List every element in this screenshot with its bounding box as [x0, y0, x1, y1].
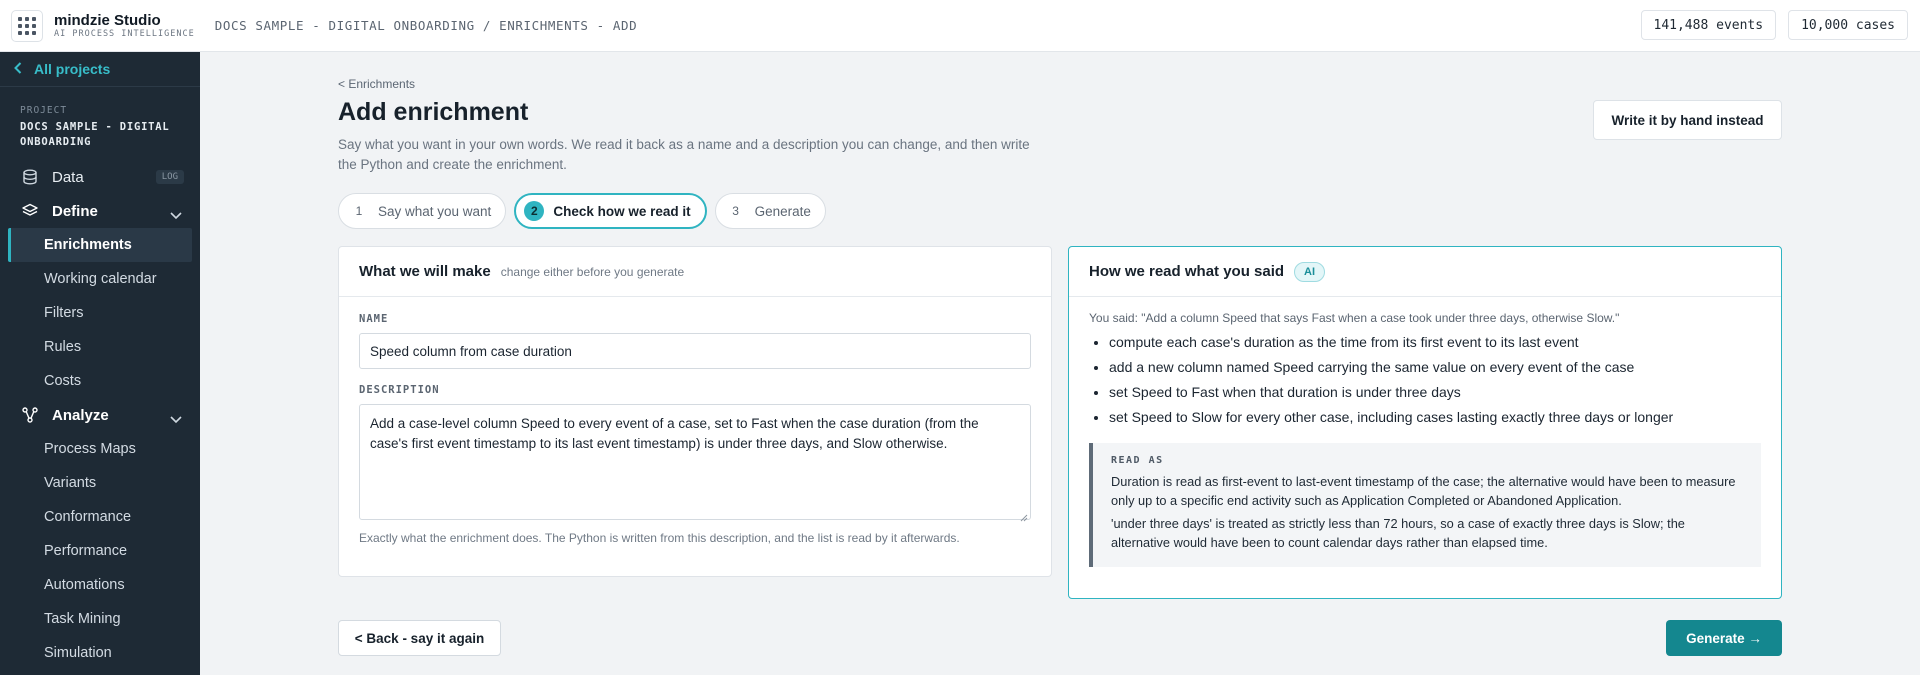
sidebar-section-define[interactable]: Define — [0, 194, 200, 228]
all-projects-link[interactable]: All projects — [0, 52, 200, 87]
chevron-down-icon — [170, 207, 182, 220]
resize-handle-icon[interactable] — [1019, 508, 1028, 522]
step-say-what-you-want[interactable]: 1 Say what you want — [338, 193, 507, 229]
chevron-down-icon — [170, 411, 182, 424]
top-bar: mindzie Studio AI PROCESS INTELLIGENCE D… — [0, 0, 1920, 52]
project-name: DOCS SAMPLE - DIGITAL ONBOARDING — [20, 121, 170, 148]
sidebar-item-conformance[interactable]: Conformance — [0, 500, 200, 534]
sidebar: All projects PROJECT DOCS SAMPLE - DIGIT… — [0, 52, 200, 675]
card-header: What we will make change either before y… — [339, 247, 1051, 297]
list-item: set Speed to Fast when that duration is … — [1109, 382, 1673, 407]
sidebar-item-automations[interactable]: Automations — [0, 568, 200, 602]
ai-badge: AI — [1294, 261, 1326, 282]
list-item: set Speed to Slow for every other case, … — [1109, 407, 1673, 432]
breadcrumb: DOCS SAMPLE - DIGITAL ONBOARDING / ENRIC… — [214, 18, 638, 33]
interpretation-list: compute each case's duration as the time… — [1109, 332, 1673, 432]
how-we-read-card: How we read what you said AI You said: "… — [1068, 246, 1782, 599]
sidebar-item-costs[interactable]: Costs — [0, 364, 200, 398]
description-text: Add a case-level column Speed to every e… — [370, 416, 979, 451]
step-label: Check how we read it — [553, 203, 691, 219]
network-icon — [22, 407, 38, 423]
sidebar-item-process-maps[interactable]: Process Maps — [0, 432, 200, 466]
layers-icon — [22, 203, 38, 219]
sidebar-item-rules[interactable]: Rules — [0, 330, 200, 364]
description-textarea[interactable]: Add a case-level column Speed to every e… — [359, 404, 1031, 522]
card-title: How we read what you said — [1089, 263, 1285, 280]
sidebar-item-data[interactable]: Data LOG — [0, 160, 200, 194]
read-as-note: 'under three days' is treated as strictl… — [1111, 516, 1685, 550]
chevron-left-icon — [14, 61, 22, 77]
page-subtitle: Say what you want in your own words. We … — [338, 137, 1030, 172]
sidebar-section-label: Analyze — [52, 406, 109, 424]
card-title: What we will make — [359, 263, 491, 280]
back-button[interactable]: < Back - say it again — [338, 620, 501, 656]
sidebar-item-variants[interactable]: Variants — [0, 466, 200, 500]
list-item: compute each case's duration as the time… — [1109, 332, 1673, 357]
list-item: add a new column named Speed carrying th… — [1109, 357, 1673, 382]
read-as-note: Duration is read as first-event to last-… — [1111, 474, 1736, 508]
read-as-label: READ AS — [1111, 455, 1164, 466]
step-label: Say what you want — [378, 203, 492, 219]
step-number: 2 — [524, 201, 545, 221]
step-number: 1 — [355, 204, 363, 218]
log-badge: LOG — [155, 170, 184, 184]
sidebar-section-analyze[interactable]: Analyze — [0, 398, 200, 432]
step-label: Generate — [754, 203, 811, 219]
sidebar-item-task-mining[interactable]: Task Mining — [0, 602, 200, 636]
app-name: mindzie Studio — [54, 11, 161, 29]
you-said-text: You said: "Add a column Speed that says … — [1089, 311, 1620, 325]
sidebar-item-working-calendar[interactable]: Working calendar — [0, 262, 200, 296]
card-hint: change either before you generate — [500, 264, 685, 279]
all-projects-label: All projects — [34, 61, 111, 77]
app-launcher-icon[interactable] — [11, 9, 43, 42]
sidebar-item-filters[interactable]: Filters — [0, 296, 200, 330]
events-count-badge: 141,488 events — [1640, 10, 1777, 40]
brand[interactable]: mindzie Studio AI PROCESS INTELLIGENCE — [54, 12, 195, 40]
description-label: DESCRIPTION — [359, 384, 440, 396]
read-as-callout: READ AS Duration is read as first-event … — [1089, 443, 1761, 567]
step-generate[interactable]: 3 Generate — [714, 193, 826, 229]
step-check-how-we-read-it[interactable]: 2 Check how we read it — [514, 193, 707, 229]
write-by-hand-button[interactable]: Write it by hand instead — [1593, 100, 1782, 140]
name-label: NAME — [359, 313, 389, 325]
app-tagline: AI PROCESS INTELLIGENCE — [54, 28, 195, 39]
sidebar-section-label: Define — [52, 202, 98, 220]
step-number: 3 — [732, 204, 739, 218]
stepper: 1 Say what you want 2 Check how we read … — [338, 193, 826, 229]
database-icon — [22, 169, 38, 185]
name-input[interactable]: Speed column from case duration — [359, 333, 1031, 369]
what-we-will-make-card: What we will make change either before y… — [338, 246, 1052, 577]
cases-count-badge: 10,000 cases — [1788, 10, 1908, 40]
sidebar-item-simulation[interactable]: Simulation — [0, 636, 200, 670]
description-help: Exactly what the enrichment does. The Py… — [359, 531, 960, 545]
generate-button[interactable]: Generate → — [1666, 620, 1782, 656]
sidebar-item-enrichments[interactable]: Enrichments — [8, 228, 192, 262]
page-title: Add enrichment — [338, 98, 529, 126]
back-to-enrichments-link[interactable]: < Enrichments — [338, 77, 415, 91]
sidebar-item-performance[interactable]: Performance — [0, 534, 200, 568]
card-header: How we read what you said AI — [1069, 247, 1781, 297]
project-label: PROJECT — [20, 105, 68, 116]
sidebar-item-label: Data — [52, 168, 84, 186]
